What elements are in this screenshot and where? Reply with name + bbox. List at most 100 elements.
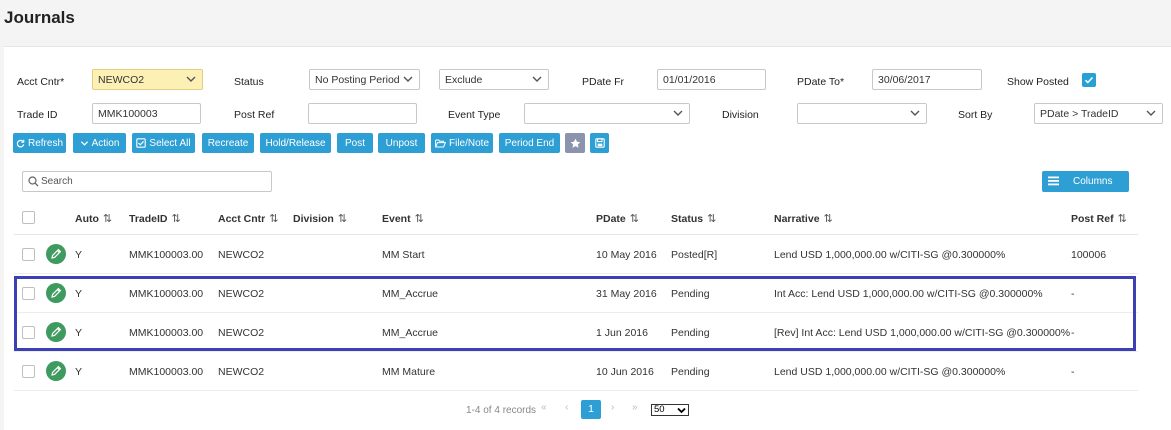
post-label: Post — [344, 137, 365, 149]
col-event[interactable]: Event ⇅ — [382, 212, 424, 225]
star-icon — [570, 138, 580, 148]
sort-by-select[interactable]: PDate > TradeID — [1034, 103, 1163, 124]
post-ref-label: Post Ref — [234, 109, 275, 121]
hold-release-label: Hold/Release — [265, 137, 326, 149]
folder-open-icon — [435, 139, 446, 147]
division-label: Division — [722, 109, 759, 121]
pdate-fr-input[interactable]: 01/01/2016 — [657, 69, 766, 90]
cell-acct-cntr: NEWCO2 — [218, 366, 265, 378]
save-icon — [594, 138, 605, 148]
period-end-label: Period End — [504, 137, 555, 149]
hold-release-button[interactable]: Hold/Release — [260, 133, 331, 153]
sort-icon: ⇅ — [102, 213, 113, 225]
trade-id-label: Trade ID — [17, 109, 58, 121]
action-label: Action — [91, 137, 120, 149]
page-1-button[interactable]: 1 — [581, 400, 601, 419]
pencil-icon — [51, 248, 62, 259]
col-narrative[interactable]: Narrative ⇅ — [774, 212, 833, 225]
check-icon — [1084, 76, 1094, 84]
save-button[interactable] — [590, 133, 609, 153]
status-value: No Posting Period — [315, 74, 400, 86]
trade-id-input[interactable]: MMK100003 — [92, 103, 201, 124]
col-auto[interactable]: Auto ⇅ — [75, 212, 112, 225]
col-division[interactable]: Division ⇅ — [293, 212, 347, 225]
next-page-button[interactable]: › — [611, 402, 614, 413]
cell-status: Pending — [671, 366, 710, 378]
col-trade-id[interactable]: TradeID ⇅ — [129, 212, 181, 225]
refresh-button[interactable]: Refresh — [13, 133, 66, 153]
unpost-label: Unpost — [385, 137, 418, 149]
page-size-select[interactable]: 50 — [651, 404, 689, 416]
cell-post-ref: 100006 — [1071, 249, 1107, 261]
acct-cntr-select[interactable]: NEWCO2 — [92, 69, 203, 90]
cell-pdate: 10 Jun 2016 — [596, 366, 654, 378]
pencil-icon — [51, 365, 62, 376]
division-select[interactable] — [797, 103, 927, 124]
sort-icon: ⇅ — [629, 213, 639, 225]
chevron-down-icon — [1146, 110, 1156, 116]
edit-button[interactable] — [46, 361, 66, 381]
checkbox-icon — [136, 138, 147, 148]
post-ref-input[interactable] — [308, 103, 417, 124]
exclude-select[interactable]: Exclude — [439, 69, 549, 90]
action-button[interactable]: Action — [73, 133, 126, 153]
sort-icon: ⇅ — [414, 213, 424, 225]
acct-cntr-label: Acct Cntr* — [17, 76, 65, 88]
col-status[interactable]: Status ⇅ — [671, 212, 716, 225]
file-note-button[interactable]: File/Note — [431, 133, 493, 153]
favorite-button[interactable] — [565, 133, 585, 153]
status-label: Status — [234, 76, 264, 88]
search-icon — [28, 176, 39, 187]
sort-icon: ⇅ — [823, 213, 833, 225]
select-all-checkbox[interactable] — [22, 211, 35, 224]
first-page-button[interactable]: « — [541, 402, 547, 413]
sort-icon: ⇅ — [1117, 213, 1127, 225]
columns-button[interactable]: Columns — [1042, 171, 1129, 192]
status-select[interactable]: No Posting Period — [309, 69, 420, 90]
chevron-down-icon — [677, 407, 686, 414]
table-header: Auto ⇅ TradeID ⇅ Acct Cntr ⇅ Division ⇅ Even… — [14, 200, 1138, 235]
period-end-button[interactable]: Period End — [499, 133, 560, 153]
chevron-down-icon — [532, 76, 542, 82]
list-icon — [1048, 176, 1059, 186]
sort-by-value: PDate > TradeID — [1040, 108, 1119, 120]
post-button[interactable]: Post — [337, 133, 373, 153]
columns-label: Columns — [1073, 176, 1113, 187]
unpost-button[interactable]: Unpost — [378, 133, 425, 153]
search-input[interactable]: Search — [22, 171, 272, 192]
acct-cntr-value: NEWCO2 — [98, 74, 145, 86]
prev-page-button[interactable]: ‹ — [565, 402, 568, 413]
page-title: Journals — [4, 8, 75, 27]
col-pdate[interactable]: PDate ⇅ — [596, 212, 639, 225]
col-post-ref[interactable]: Post Ref ⇅ — [1071, 212, 1127, 225]
row-checkbox[interactable] — [22, 248, 35, 261]
refresh-icon — [16, 139, 25, 147]
cell-pdate: 10 May 2016 — [596, 249, 657, 261]
table-row[interactable]: Y MMK100003.00 NEWCO2 MM Start 10 May 20… — [14, 235, 1138, 274]
cell-narrative: Lend USD 1,000,000.00 w/CITI-SG @0.30000… — [774, 366, 1006, 378]
chevron-down-icon — [673, 110, 683, 116]
sort-icon: ⇅ — [171, 213, 181, 225]
last-page-button[interactable]: » — [632, 402, 638, 413]
chevron-down-icon — [910, 110, 920, 116]
select-all-label: Select All — [149, 137, 191, 149]
chevron-down-icon — [80, 140, 88, 146]
sort-icon: ⇅ — [269, 213, 279, 225]
pdate-to-input[interactable]: 30/06/2017 — [872, 69, 982, 90]
edit-button[interactable] — [46, 244, 66, 264]
table-row[interactable]: Y MMK100003.00 NEWCO2 MM Mature 10 Jun 2… — [14, 352, 1138, 391]
sort-icon: ⇅ — [337, 213, 348, 225]
show-posted-checkbox[interactable] — [1082, 73, 1096, 87]
event-type-select[interactable] — [524, 103, 690, 124]
select-all-button[interactable]: Select All — [132, 133, 195, 153]
cell-narrative: Lend USD 1,000,000.00 w/CITI-SG @0.30000… — [774, 249, 1006, 261]
pdate-to-label: PDate To* — [797, 76, 845, 88]
row-checkbox[interactable] — [22, 365, 35, 378]
cell-auto: Y — [75, 366, 83, 378]
file-note-label: File/Note — [448, 137, 489, 149]
sort-icon: ⇅ — [707, 213, 717, 225]
col-acct-cntr[interactable]: Acct Cntr ⇅ — [218, 212, 278, 225]
page-size-value: 50 — [654, 404, 665, 415]
pdate-fr-label: PDate Fr — [582, 76, 625, 88]
recreate-button[interactable]: Recreate — [202, 133, 254, 153]
